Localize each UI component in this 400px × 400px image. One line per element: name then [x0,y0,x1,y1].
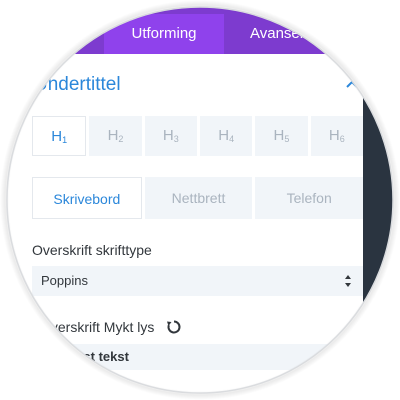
tab-design[interactable]: Utforming [104,14,224,54]
heading-h2-button[interactable]: H2 [89,116,142,156]
tab-advanced[interactable]: Avansert [236,14,356,54]
device-tablet-button[interactable]: Nettbrett [144,177,253,219]
heading-level-selector: H1 H2 H3 H4 H5 H6 [32,116,363,156]
section-title[interactable]: Undertittel [34,74,121,96]
settings-panel: Undertittel H1 H2 H3 H4 H5 H6 Skrivebord… [0,54,364,400]
settings-tab-bar: Utforming Avansert [0,0,400,54]
weight-select[interactable]: Tekst tekst [32,344,363,370]
heading-h1-button[interactable]: H1 [32,116,87,156]
heading-h6-button[interactable]: H6 [310,116,363,156]
background-strip [363,54,400,400]
device-phone-button[interactable]: Telefon [255,177,364,219]
font-select-value: Poppins [41,273,88,288]
weight-select-value: Tekst tekst [62,349,129,364]
device-selector: Skrivebord Nettbrett Telefon [32,177,364,219]
font-field-label: Overskrift skrifttype [32,242,152,258]
device-desktop-button[interactable]: Skrivebord [32,177,142,219]
heading-h3-button[interactable]: H3 [144,116,197,156]
weight-field-label: Overskrift Mykt lys [40,319,155,335]
heading-h4-button[interactable]: H4 [199,116,253,156]
screen: Utforming Avansert Undertittel H1 H2 H3 … [0,0,400,400]
heading-h5-button[interactable]: H5 [255,116,308,156]
chevron-up-icon[interactable] [344,76,360,92]
reset-icon[interactable] [165,318,183,336]
font-select[interactable]: Poppins [32,266,363,296]
select-arrows-icon [345,275,351,287]
